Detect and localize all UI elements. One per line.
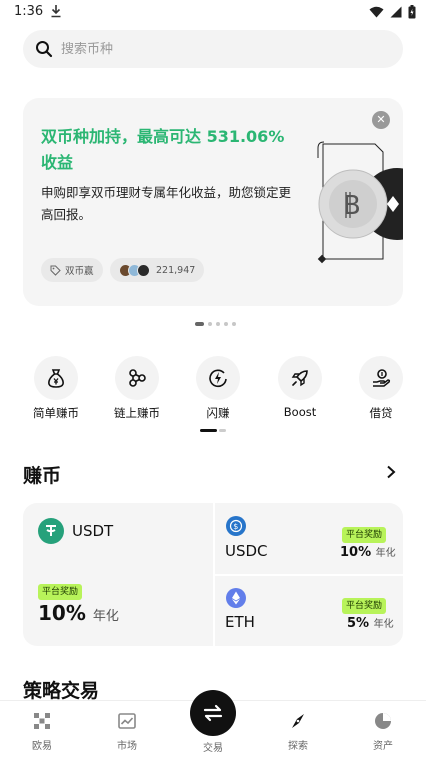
earn-explore-screen: 1:36 双币种加持，最高可达 531.06% 收益 申购 [0,0,426,757]
quick-action-label: 闪赚 [206,406,230,420]
page-dot[interactable] [216,322,220,326]
chevron-right-icon[interactable] [384,465,398,479]
tab-label: 探索 [288,741,308,752]
search-bar[interactable] [23,30,403,68]
tag-label: 双币赢 [65,266,94,277]
quick-action-flash-earn[interactable]: 闪赚 [183,356,253,421]
svg-text:$: $ [233,522,238,531]
tab-label: 欧易 [32,741,52,752]
quick-actions-scroll-indicator [200,429,226,432]
coin-name: ETH [225,613,255,631]
chart-icon [118,713,136,729]
compass-icon [292,714,304,728]
page-dot[interactable] [195,322,204,326]
tab-label: 交易 [203,743,223,754]
apy-value: 10% [38,601,86,625]
status-time: 1:36 [14,4,44,19]
search-icon [36,41,53,58]
search-input[interactable] [61,41,361,57]
participant-avatars [119,263,150,277]
wifi-icon [369,6,384,18]
quick-actions: 简单赚币 链上赚币 闪赚 Boost 借贷 [0,356,426,426]
apy-rate: 10% 年化 [38,601,119,625]
quick-action-label: 借贷 [369,406,393,420]
page-dot[interactable] [208,322,212,326]
tab-okx[interactable]: 欧易 [12,711,72,752]
participant-count: 221,947 [156,264,196,276]
quick-action-circle [196,356,240,400]
avatar [137,263,150,277]
tag-icon [50,265,61,276]
rocket-icon [291,370,308,387]
reward-badge: 平台奖励 [342,598,387,614]
dual-coin-illustration: B [317,141,403,264]
signal-icon [390,6,402,18]
quick-action-label: 简单赚币 [33,406,79,420]
loan-hand-icon [373,369,391,387]
tab-label: 资产 [373,741,393,752]
apy-rate: 5% 年化 [347,615,394,631]
banner-description: 申购即享双币理财专属年化收益，助您锁定更高回报。 [41,185,292,222]
quick-action-onchain-earn[interactable]: 链上赚币 [102,356,172,421]
money-bag-icon [48,369,64,388]
quick-action-circle [34,356,78,400]
banner-title: 双币种加持，最高可达 531.06% 收益 [41,127,285,172]
quick-action-circle [115,356,159,400]
download-icon [51,5,61,18]
onchain-nodes-icon [129,369,146,387]
tag-chip[interactable]: 双币赢 [41,258,103,282]
swap-arrows-icon [203,704,223,722]
apy-unit: 年化 [92,609,119,624]
earn-section-title: 赚币 [23,465,62,487]
battery-charging-icon [408,5,416,19]
status-bar: 1:36 [0,0,426,26]
tab-explore[interactable]: 探索 [268,711,328,752]
close-icon[interactable]: ✕ [372,111,390,129]
tab-assets[interactable]: 资产 [353,711,413,752]
quick-action-circle [359,356,403,400]
usdt-logo-icon [38,518,64,544]
okx-logo-icon [34,713,50,729]
quick-action-boost[interactable]: Boost [265,356,335,419]
earn-products-card: USDT 平台奖励 10% 年化 $ USDC 平台奖励 10% 年化 ETH [23,503,403,646]
quick-action-simple-earn[interactable]: 简单赚币 [21,356,91,421]
trade-button[interactable] [190,690,236,736]
participants-chip: 221,947 [110,258,205,282]
page-dot[interactable] [232,322,236,326]
quick-action-label: Boost [283,405,317,419]
promo-banner[interactable]: 双币种加持，最高可达 531.06% 收益 申购即享双币理财专属年化收益，助您锁… [23,98,403,306]
quick-action-circle [278,356,322,400]
page-dot[interactable] [224,322,228,326]
flash-icon [209,369,227,388]
status-icons [369,5,416,19]
coin-name: USDT [72,522,114,540]
tab-label: 市场 [117,741,137,752]
apy-rate: 10% 年化 [340,544,396,560]
apy-value: 10% [340,545,372,560]
reward-badge: 平台奖励 [342,527,387,543]
apy-value: 5% [347,616,370,631]
eth-logo-icon [226,588,246,608]
pie-icon [375,713,391,729]
banner-page-dots [195,322,236,326]
apy-unit: 年化 [373,619,394,630]
quick-action-loan[interactable]: 借贷 [346,356,416,421]
usdc-logo-icon: $ [226,516,246,536]
reward-badge: 平台奖励 [38,584,83,600]
quick-action-label: 链上赚币 [114,406,160,420]
tab-market[interactable]: 市场 [97,711,157,752]
strategy-section-title: 策略交易 [23,680,100,702]
apy-unit: 年化 [375,548,396,559]
coin-name: USDC [225,542,268,560]
